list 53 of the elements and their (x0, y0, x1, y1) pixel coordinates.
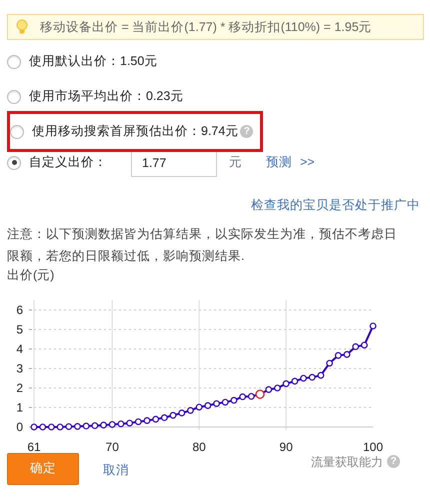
data-point (118, 420, 124, 428)
data-point (100, 421, 107, 428)
option-label: 使用移动搜索首屏预估出价：9.74元 (32, 123, 238, 140)
option-label: 使用市场平均出价：0.23元 (29, 88, 184, 106)
data-point (334, 352, 342, 359)
x-tick-label: 90 (279, 440, 293, 454)
lightbulb-icon (16, 19, 28, 35)
forecast-link[interactable]: 预测 (266, 153, 292, 172)
data-point (178, 409, 186, 416)
x-axis-label: 流量获取能力 (311, 454, 383, 471)
option-label: 使用默认出价：1.50元 (29, 53, 158, 70)
y-tick-label: 3 (16, 361, 23, 376)
y-axis-label: 出价(元) (7, 266, 56, 283)
y-tick-label: 1 (16, 400, 23, 414)
data-point (187, 406, 194, 414)
data-point (282, 380, 290, 387)
data-point (344, 350, 350, 358)
forecast-arrow-link[interactable]: >> (300, 153, 315, 172)
y-tick-label: 2 (16, 380, 23, 395)
data-point (230, 396, 238, 404)
radio-button[interactable] (7, 156, 21, 170)
notice-text: 移动设备出价 = 当前出价(1.77) * 移动折扣(110%) = 1.95元 (40, 18, 372, 36)
x-tick-label: 80 (192, 440, 206, 454)
radio-button[interactable] (7, 54, 21, 68)
x-tick-label: 100 (362, 440, 384, 454)
confirm-button[interactable]: 确定 (7, 452, 79, 485)
data-point (56, 423, 64, 430)
y-tick-label: 0 (16, 420, 23, 434)
check-promotion-link[interactable]: 检查我的宝贝是否处于推广中 (251, 196, 420, 215)
data-point (108, 420, 116, 428)
option-label: 自定义出价： (29, 154, 107, 172)
data-point (291, 378, 298, 384)
radio-button[interactable] (10, 124, 24, 138)
data-point (144, 416, 150, 424)
radio-button[interactable] (7, 90, 21, 104)
y-tick-label: 5 (16, 322, 23, 336)
data-point (30, 423, 38, 430)
y-tick-label: 6 (16, 302, 23, 317)
data-point (370, 322, 376, 330)
x-tick-label: 70 (106, 440, 119, 454)
cancel-button[interactable]: 取消 (103, 460, 129, 480)
data-point (65, 422, 72, 430)
current-bid-marker (255, 389, 265, 399)
unit-label: 元 (229, 154, 242, 172)
data-point (170, 412, 176, 418)
data-point (74, 422, 81, 430)
data-point (300, 374, 307, 382)
notice-paragraph: 注意：以下预测数据皆为估算结果，以实际发生为准，预估不考虑日限额，若您的日限额过低，影响预测结果. (7, 226, 398, 265)
data-point (222, 398, 229, 406)
x-tick-label: 61 (27, 440, 41, 454)
y-tick-label: 4 (16, 342, 23, 356)
data-point (213, 400, 220, 407)
data-point (326, 360, 333, 366)
